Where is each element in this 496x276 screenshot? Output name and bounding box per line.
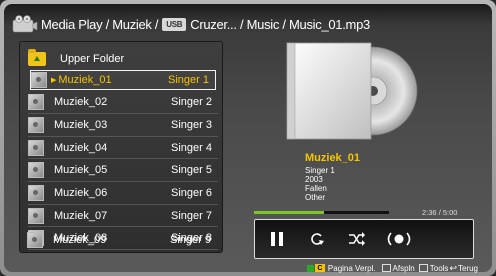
list-item[interactable]: Muziek_06 Singer 6	[28, 183, 218, 203]
list-item[interactable]: Muziek_03 Singer 3	[28, 115, 218, 135]
song-name: Muziek_05	[54, 164, 108, 176]
green-key-icon	[306, 264, 314, 272]
playback-progress-bar[interactable]	[254, 211, 389, 214]
elapsed-time: 2:36	[422, 208, 437, 217]
song-singer: Singer 7	[171, 210, 212, 222]
song-name: Muziek_04	[54, 142, 108, 154]
song-singer: Singer 1	[168, 74, 209, 86]
divider	[28, 226, 218, 227]
media-film-icon	[12, 15, 38, 33]
song-name: Muziek_06	[54, 187, 108, 199]
breadcrumb-path-end: Cruzer... / Music / Music_01.mp3	[190, 16, 370, 32]
upper-folder-item[interactable]: Upper Folder	[28, 49, 218, 69]
song-genre: Other	[305, 193, 326, 202]
music-thumbnail-icon	[31, 72, 47, 88]
divider	[28, 204, 218, 205]
play-key-icon	[381, 264, 391, 272]
song-info: Muziek_01 Singer 1 2003 Fallen Other	[305, 152, 361, 203]
music-file-list: Upper Folder Muziek_01 Singer 1 Muziek_0…	[19, 41, 223, 253]
divider	[28, 136, 218, 137]
sound-mode-button[interactable]	[379, 220, 419, 258]
list-item[interactable]: Muziek_05 Singer 5	[28, 160, 218, 180]
footer-guide: C Pagina Verpl. Afspln Tools ↩ Terug	[306, 261, 478, 275]
song-title: Muziek_01	[305, 152, 361, 164]
song-artist: Singer 1	[305, 166, 335, 175]
page-move-label[interactable]: Pagina Verpl.	[328, 264, 376, 273]
divider	[28, 181, 218, 182]
music-thumbnail-icon	[28, 140, 44, 156]
return-icon: ↩	[449, 262, 457, 273]
song-name: Muziek_09	[53, 234, 107, 246]
song-singer: Singer 2	[171, 96, 212, 108]
song-singer: Singer 5	[171, 164, 212, 176]
play-label[interactable]: Afspln	[393, 264, 415, 273]
divider	[28, 158, 218, 159]
album-art	[283, 39, 423, 149]
song-name: Muziek_01	[51, 74, 139, 86]
progress-fill	[254, 211, 325, 214]
song-singer: Singer 6	[171, 187, 212, 199]
playback-controls	[254, 219, 474, 259]
usb-device-icon: USB	[162, 17, 187, 31]
tools-key-icon	[418, 264, 428, 272]
list-item[interactable]: Muziek_07 Singer 7	[28, 206, 218, 226]
shuffle-button[interactable]	[339, 220, 375, 258]
song-singer: Singer 3	[171, 119, 212, 131]
divider	[28, 113, 218, 114]
song-name: Muziek_02	[54, 96, 108, 108]
shuffle-icon	[349, 232, 365, 246]
total-time: 5:00	[442, 208, 458, 217]
song-name: Muziek_07	[54, 210, 108, 222]
music-thumbnail-icon	[28, 162, 44, 178]
breadcrumb-path-start: Media Play / Muziek /	[41, 16, 159, 32]
music-thumbnail-icon	[27, 232, 43, 248]
song-year: 2003	[305, 175, 323, 184]
list-item[interactable]: Muziek_04 Singer 4	[28, 138, 218, 158]
music-thumbnail-icon	[28, 94, 44, 110]
song-singer: Singer 4	[171, 142, 212, 154]
repeat-button[interactable]	[299, 220, 335, 258]
pause-button[interactable]	[259, 220, 295, 258]
song-singer: Singer 9	[170, 234, 211, 246]
list-item[interactable]: Muziek_09 Singer 9	[27, 230, 217, 250]
breadcrumb: Media Play / Muziek / USB Cruzer... / Mu…	[12, 11, 482, 37]
song-name: Muziek_03	[54, 119, 108, 131]
sound-mode-icon	[387, 232, 411, 246]
music-thumbnail-icon	[28, 117, 44, 133]
repeat-icon	[311, 233, 324, 245]
music-thumbnail-icon	[28, 208, 44, 224]
upper-folder-label: Upper Folder	[60, 53, 125, 65]
music-thumbnail-icon	[28, 185, 44, 201]
playback-time: 2:36 / 5:00	[422, 208, 457, 217]
pause-icon	[271, 232, 283, 246]
c-key-icon: C	[314, 264, 325, 272]
list-item[interactable]: Muziek_02 Singer 2	[28, 92, 218, 112]
media-play-screen: Media Play / Muziek / USB Cruzer... / Mu…	[4, 4, 492, 275]
list-item-selected[interactable]: Muziek_01 Singer 1	[30, 70, 216, 90]
tools-label[interactable]: Tools	[430, 264, 449, 273]
return-label[interactable]: Terug	[458, 264, 478, 273]
song-album: Fallen	[305, 184, 327, 193]
upper-folder-icon	[28, 49, 46, 66]
